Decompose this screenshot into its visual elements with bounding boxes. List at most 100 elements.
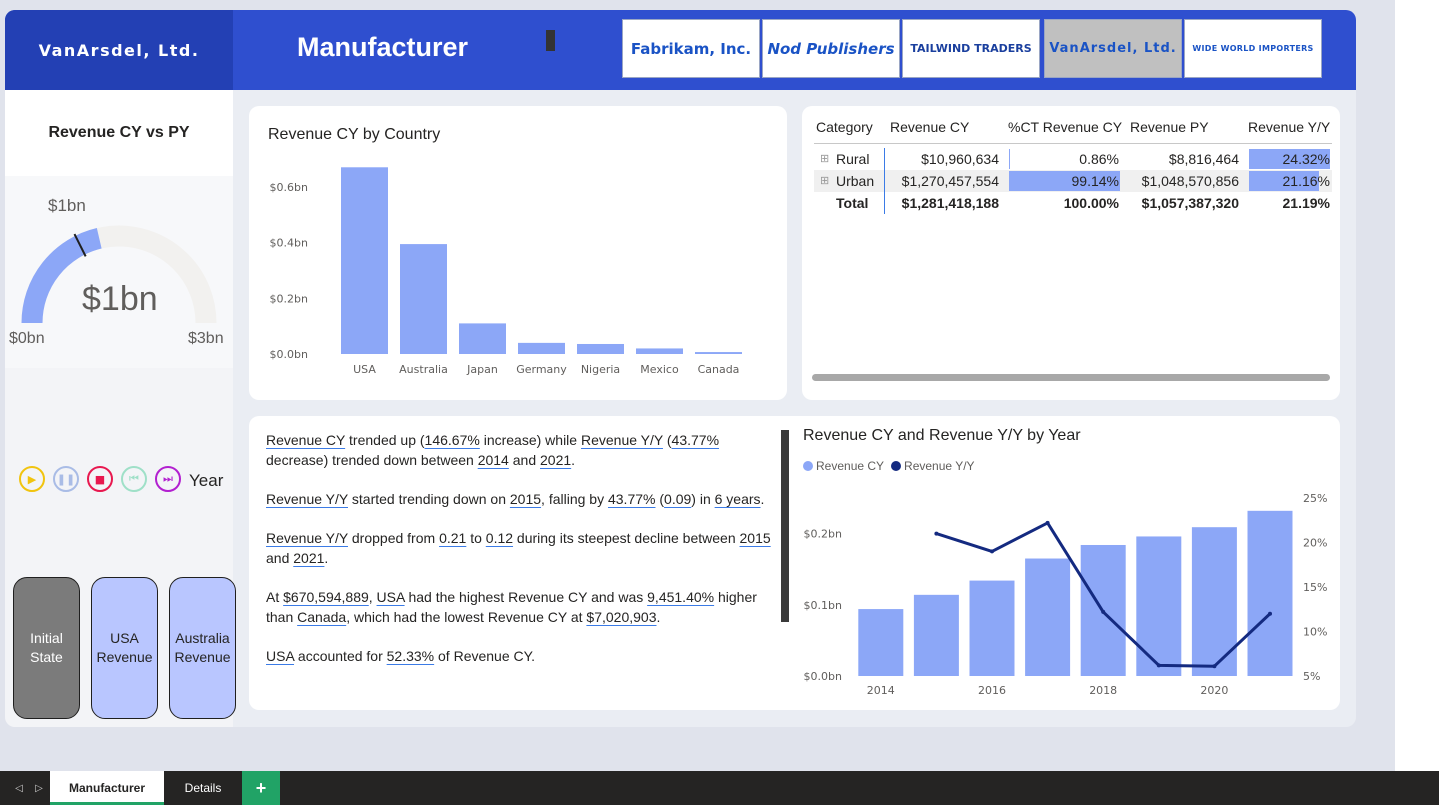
revenue-gauge[interactable]: $1bn $1bn $0bn $3bn bbox=[5, 176, 233, 368]
expand-icon[interactable]: ⊞ bbox=[820, 148, 834, 170]
slicer-label: WIDE WORLD IMPORTERS bbox=[1192, 44, 1314, 53]
stop-icon[interactable]: ■ bbox=[87, 466, 113, 492]
bar-usa[interactable] bbox=[341, 167, 388, 354]
y-right-tick-label: 10% bbox=[1303, 626, 1327, 639]
matrix-header-revenue-yy[interactable]: Revenue Y/Y bbox=[1248, 116, 1330, 138]
y-right-tick-label: 5% bbox=[1303, 670, 1320, 683]
tab-next-icon[interactable]: ▷ bbox=[30, 771, 48, 805]
brand-logo: VanArsdel, Ltd. bbox=[5, 10, 233, 90]
pct-ct-bar bbox=[1009, 149, 1010, 169]
trend-chart-svg[interactable]: $0.0bn $0.1bn $0.2bn 5% 10% 15% 20% 25% 2014 2016… bbox=[249, 416, 1340, 710]
bookmark-label-line: Australia bbox=[175, 630, 230, 646]
slicer-tailwind-traders[interactable]: TAILWIND TRADERS bbox=[902, 19, 1040, 78]
bookmark-label-line: State bbox=[30, 649, 63, 665]
matrix-total-pct-ct: 100.00% bbox=[1063, 195, 1119, 211]
yy-cell: 21.16% bbox=[1249, 170, 1332, 192]
report-page: VanArsdel, Ltd. Manufacturer Fabrikam, I… bbox=[5, 10, 1356, 727]
bar-revenue-cy-2016[interactable] bbox=[969, 580, 1015, 676]
y-left-tick-label: $0.0bn bbox=[804, 670, 842, 683]
bookmark-usa-revenue-button[interactable]: USA Revenue bbox=[91, 577, 158, 719]
bar-japan[interactable] bbox=[459, 323, 506, 354]
play-icon[interactable]: ▶ bbox=[19, 466, 45, 492]
page-title: Manufacturer bbox=[297, 32, 469, 62]
matrix-row-urban[interactable]: ⊞ Urban $1,270,457,554 99.14% $1,048,570… bbox=[814, 170, 1332, 192]
bar-germany[interactable] bbox=[518, 342, 565, 354]
pause-icon[interactable]: ❚❚ bbox=[53, 466, 79, 492]
y-tick-label: $0.2bn bbox=[270, 292, 308, 305]
y-tick-label: $0.6bn bbox=[270, 181, 308, 194]
gauge-title: Revenue CY vs PY bbox=[5, 90, 233, 176]
matrix-divider bbox=[884, 148, 885, 170]
slicer-label: TAILWIND TRADERS bbox=[910, 42, 1032, 55]
point-revenue-yy-2021[interactable] bbox=[1268, 611, 1272, 616]
matrix-row-rural[interactable]: ⊞ Rural $10,960,634 0.86% $8,816,464 24.… bbox=[814, 148, 1332, 170]
matrix-horizontal-scrollbar[interactable] bbox=[812, 374, 1330, 381]
slicer-label: VanArsdel, Ltd. bbox=[1049, 41, 1177, 56]
tab-details[interactable]: Details bbox=[164, 771, 242, 805]
matrix-header-pct-ct[interactable]: %CT Revenue CY bbox=[1008, 116, 1122, 138]
matrix-cell-revenue-py: $1,048,570,856 bbox=[1141, 173, 1239, 189]
country-chart-svg: $0.0bn $0.2bn $0.4bn $0.6bn USA Australia Japa… bbox=[270, 167, 742, 376]
slicer-vanarsdel[interactable]: VanArsdel, Ltd. bbox=[1044, 19, 1182, 78]
tab-manufacturer[interactable]: Manufacturer bbox=[50, 771, 164, 805]
slicer-label: Nod Publishers bbox=[767, 39, 895, 58]
matrix-total-revenue-cy: $1,281,418,188 bbox=[901, 195, 999, 211]
pct-ct-cell: 99.14% bbox=[1009, 170, 1121, 192]
point-revenue-yy-2018[interactable] bbox=[1101, 609, 1106, 614]
category-matrix: Category Revenue CY %CT Revenue CY Reven… bbox=[814, 116, 1332, 214]
slicer-label: Fabrikam, Inc. bbox=[630, 39, 752, 58]
point-revenue-yy-2015[interactable] bbox=[934, 531, 939, 536]
matrix-cell-category: Rural bbox=[836, 151, 870, 167]
gauge-target-label: $1bn bbox=[48, 196, 86, 215]
x-tick-label: 2018 bbox=[1089, 684, 1117, 697]
bar-revenue-cy-2015[interactable] bbox=[913, 594, 959, 676]
pct-ct-cell: 0.86% bbox=[1009, 148, 1121, 170]
bookmark-label-line: Revenue bbox=[174, 649, 231, 665]
bar-mexico[interactable] bbox=[636, 348, 683, 354]
point-revenue-yy-2017[interactable] bbox=[1045, 520, 1050, 525]
matrix-header-revenue-cy[interactable]: Revenue CY bbox=[890, 116, 969, 138]
bar-nigeria[interactable] bbox=[577, 343, 624, 354]
previous-icon[interactable]: ⏮ bbox=[121, 466, 147, 492]
slicer-wide-world-importers[interactable]: WIDE WORLD IMPORTERS bbox=[1184, 19, 1322, 78]
bar-canada[interactable] bbox=[695, 352, 742, 354]
gauge-max-label: $3bn bbox=[188, 330, 224, 347]
x-tick-label: Nigeria bbox=[581, 363, 620, 376]
bar-australia[interactable] bbox=[400, 244, 447, 354]
matrix-header-category[interactable]: Category bbox=[816, 116, 873, 138]
next-icon[interactable]: ⏭ bbox=[155, 466, 181, 492]
point-revenue-yy-2019[interactable] bbox=[1156, 663, 1161, 668]
tab-label: Manufacturer bbox=[68, 781, 145, 795]
expand-icon[interactable]: ⊞ bbox=[820, 170, 834, 192]
play-axis: ▶ ❚❚ ■ ⏮ ⏭ Year bbox=[5, 378, 233, 568]
bar-revenue-cy-2014[interactable] bbox=[858, 609, 904, 676]
slicer-nod-publishers[interactable]: Nod Publishers bbox=[762, 19, 900, 78]
bookmark-label-line: Initial bbox=[30, 630, 63, 646]
add-page-button[interactable]: + bbox=[242, 771, 280, 805]
bookmark-initial-state-button[interactable]: Initial State bbox=[13, 577, 80, 719]
matrix-total-revenue-py: $1,057,387,320 bbox=[1141, 195, 1239, 211]
matrix-cell-revenue-py: $8,816,464 bbox=[1168, 151, 1239, 167]
bar-revenue-cy-2019[interactable] bbox=[1136, 536, 1182, 676]
point-revenue-yy-2016[interactable] bbox=[990, 549, 994, 554]
matrix-header-row: Category Revenue CY %CT Revenue CY Reven… bbox=[814, 116, 1332, 144]
y-left-tick-label: $0.1bn bbox=[804, 599, 842, 612]
y-right-tick-label: 15% bbox=[1303, 581, 1327, 594]
bar-revenue-cy-2017[interactable] bbox=[1025, 558, 1071, 676]
y-tick-label: $0.0bn bbox=[270, 348, 308, 361]
bar-revenue-cy-2021[interactable] bbox=[1247, 510, 1293, 676]
matrix-cell-revenue-cy: $1,270,457,554 bbox=[901, 173, 999, 189]
tab-prev-icon[interactable]: ◁ bbox=[10, 771, 28, 805]
slicer-fabrikam[interactable]: Fabrikam, Inc. bbox=[622, 19, 760, 78]
gauge-value-label: $1bn bbox=[82, 280, 158, 318]
bookmark-australia-revenue-button[interactable]: Australia Revenue bbox=[169, 577, 236, 719]
point-revenue-yy-2020[interactable] bbox=[1212, 664, 1217, 669]
category-matrix-card[interactable]: Category Revenue CY %CT Revenue CY Reven… bbox=[802, 106, 1340, 400]
page-tab-bar: ◁ ▷ Manufacturer Details + bbox=[0, 771, 1439, 805]
left-panel: Revenue CY vs PY $1bn $1bn $0bn $3bn ▶ ❚… bbox=[5, 90, 236, 727]
bar-revenue-cy-2020[interactable] bbox=[1191, 527, 1237, 676]
x-tick-label: USA bbox=[353, 363, 376, 376]
country-chart-card[interactable]: Revenue CY by Country $0.0bn $0.2bn $0.4bn… bbox=[249, 106, 787, 400]
matrix-cell-pct-ct: 0.86% bbox=[1079, 151, 1119, 167]
matrix-header-revenue-py[interactable]: Revenue PY bbox=[1130, 116, 1209, 138]
